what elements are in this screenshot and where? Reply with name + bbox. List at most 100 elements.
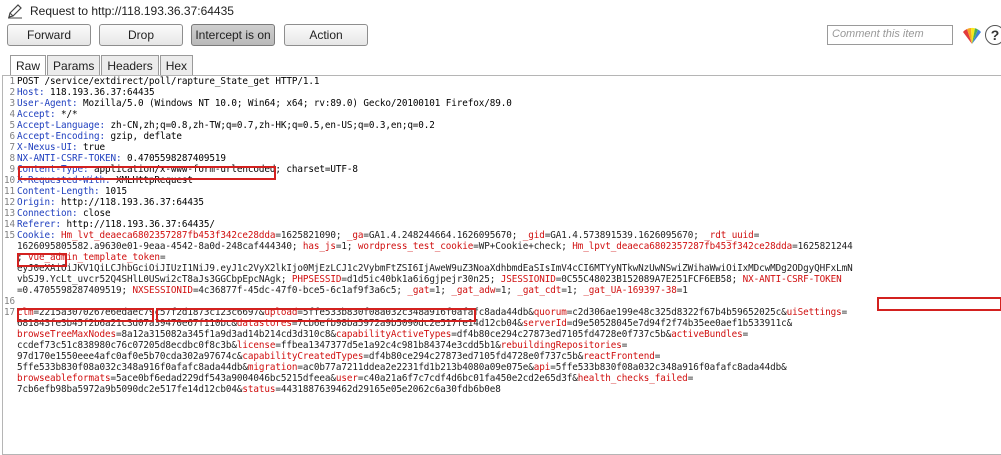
line-text: gzip, deflate xyxy=(104,131,182,142)
line-text: =GA1.4.248244664.1626095670; xyxy=(363,230,523,241)
request-line[interactable]: =0.4705598287409519; NXSESSIONID=4c36877… xyxy=(3,285,1001,296)
line-text: eyJ0eXAiOiJKV1QiLCJhbGciOiJIUzI1NiJ9.eyJ… xyxy=(17,263,853,274)
highlight-color-picker-icon[interactable] xyxy=(961,26,983,46)
param-name: uiSettings xyxy=(786,307,842,318)
intercept-toggle-button[interactable]: Intercept is on xyxy=(191,24,275,46)
line-text: 0.4705598287409519 xyxy=(121,153,226,164)
request-line[interactable]: 1626095805582.a9630e01-9eaa-4542-8a0d-24… xyxy=(3,241,1001,252)
header-name: Accept: xyxy=(17,109,56,120)
line-text: =1625821244 xyxy=(792,241,853,252)
line-number: 1 xyxy=(9,76,16,87)
line-text: =4431887639462d29165e05e2062c6a30fdb6b0e… xyxy=(275,384,501,395)
header-name: Connection: xyxy=(17,208,78,219)
forward-button[interactable]: Forward xyxy=(7,24,91,46)
request-line[interactable]: ; vue_admin_template_token= xyxy=(3,252,1001,263)
line-text: zh-CN,zh;q=0.8,zh-TW;q=0.7,zh-HK;q=0.5,e… xyxy=(104,120,435,131)
param-name: _gat_UA-169397-38 xyxy=(583,285,677,296)
param-name: NXSESSIONID xyxy=(132,285,193,296)
header-name: Referer: xyxy=(17,219,61,230)
request-line[interactable]: 11 Content-Length: 1015 xyxy=(3,186,1001,197)
line-text: = xyxy=(621,340,628,351)
line-number: 3 xyxy=(9,98,16,109)
line-text: =1; xyxy=(429,285,452,296)
line-number: 4 xyxy=(9,109,16,120)
request-line[interactable]: 2 Host: 118.193.36.37:64435 xyxy=(3,87,1001,98)
request-line[interactable]: 12 Origin: http://118.193.36.37:64435 xyxy=(3,197,1001,208)
request-line[interactable]: browseableformats=5ace0bf6edad229df543a9… xyxy=(3,373,1001,384)
line-text: =0.4705598287409519; xyxy=(17,285,133,296)
tab-raw[interactable]: Raw xyxy=(10,55,47,76)
request-line[interactable]: 8 NX-ANTI-CSRF-TOKEN: 0.4705598287409519 xyxy=(3,153,1001,164)
param-name: NX-ANTI-CSRF-TOKEN xyxy=(742,274,842,285)
line-text: ccdef73c51c838980c76c07205d8ecdbc0f8c3b& xyxy=(17,340,237,351)
tab-hex[interactable]: Hex xyxy=(159,55,194,75)
param-name: reactFrontend xyxy=(583,351,655,362)
csrf-cookie-highlight-box xyxy=(877,297,1001,311)
line-text: 7cb6efb98ba5972a9b5090dc2e517fe14d12cb04… xyxy=(17,384,243,395)
request-line[interactable]: 16 xyxy=(3,296,1001,307)
line-text: */* xyxy=(55,109,78,120)
line-text: =GA1.4.573891539.1626095670; xyxy=(544,230,705,241)
line-text: http://118.193.36.37:64435/ xyxy=(60,219,215,230)
request-line[interactable]: ccdef73c51c838980c76c07205d8ecdbc0f8c3b&… xyxy=(3,340,1001,351)
line-text: = xyxy=(753,230,760,241)
param-name: _gat_cdt xyxy=(517,285,562,296)
request-line[interactable]: 4 Accept: */* xyxy=(3,109,1001,120)
header-name: User-Agent: xyxy=(17,98,78,109)
header-name: Cookie: xyxy=(17,230,56,241)
param-name: _gid xyxy=(522,230,545,241)
line-number: 8 xyxy=(9,153,16,164)
cookie-label-highlight-box xyxy=(17,253,67,267)
raw-request-editor[interactable]: 1 POST /service/extdirect/poll/rapture_St… xyxy=(2,75,1001,455)
request-line[interactable]: browseTreeMaxNodes=8a12a315082a345f1a9d3… xyxy=(3,329,1001,340)
line-text: =ffbea1347377d5e1a92c4c981b84374e3cdd5b1… xyxy=(275,340,501,351)
request-line[interactable]: 7 X-Nexus-UI: true xyxy=(3,142,1001,153)
action-button[interactable]: Action xyxy=(284,24,368,46)
line-number: 7 xyxy=(9,142,16,153)
window-title: Request to http://118.193.36.37:64435 xyxy=(30,4,234,18)
pencil-icon xyxy=(8,4,22,19)
header-name: Origin: xyxy=(17,197,56,208)
param-name: migration xyxy=(247,362,298,373)
line-text: = xyxy=(742,329,749,340)
tab-headers[interactable]: Headers xyxy=(101,55,159,75)
param-name: api xyxy=(533,362,551,373)
param-name: Hm_lvt_deaeca6802357287fb453f342ce28dda xyxy=(60,230,276,241)
request-line[interactable]: 7cb6efb98ba5972a9b5090dc2e517fe14d12cb04… xyxy=(3,384,1001,395)
line-text: = xyxy=(841,307,848,318)
request-line[interactable]: 13 Connection: close xyxy=(3,208,1001,219)
request-line[interactable]: 97d170e1550eee4afc0af0e5b70cda302a97674c… xyxy=(3,351,1001,362)
line-text: =5ace0bf6edad229df543a9004046bc5215dfeea… xyxy=(110,373,336,384)
param-name: capabilityActiveTypes xyxy=(335,329,452,340)
request-line[interactable]: 15 Cookie: Hm_lvt_deaeca6802357287fb453f3… xyxy=(3,230,1001,241)
line-text: = xyxy=(654,351,661,362)
line-text: =WP+Cookie+check; xyxy=(473,241,573,252)
drop-button[interactable]: Drop xyxy=(99,24,183,46)
csrf-value-highlight-box xyxy=(17,308,154,322)
line-text: = xyxy=(159,252,166,263)
line-number: 9 xyxy=(9,164,16,175)
line-text: =1; xyxy=(495,285,518,296)
request-line[interactable]: 1 POST /service/extdirect/poll/rapture_St… xyxy=(3,76,1001,87)
comment-input[interactable]: Comment this item xyxy=(827,25,953,45)
line-text: 97d170e1550eee4afc0af0e5b70cda302a97674c… xyxy=(17,351,243,362)
request-line[interactable]: 5 Accept-Language: zh-CN,zh;q=0.8,zh-TW;q… xyxy=(3,120,1001,131)
line-text: =1625821090; xyxy=(275,230,347,241)
nxsessionid-highlight-box xyxy=(156,308,476,322)
param-name: activeBundles xyxy=(671,329,743,340)
param-name: JSESSIONID xyxy=(500,274,556,285)
request-line[interactable]: vbSJ9.YcLt_uvcr52Q4SHlL0USwi2cT8aJs3GGCb… xyxy=(3,274,1001,285)
line-number: 15 xyxy=(4,230,15,241)
tab-params[interactable]: Params xyxy=(47,55,101,75)
request-line[interactable]: 5ffe533b830f08a032c348a916f0afafc8ada44d… xyxy=(3,362,1001,373)
request-line[interactable]: 14 Referer: http://118.193.36.37:64435/ xyxy=(3,219,1001,230)
request-line[interactable]: eyJ0eXAiOiJKV1QiLCJhbGciOiJIUzI1NiJ9.eyJ… xyxy=(3,263,1001,274)
param-name: health_checks_failed xyxy=(577,373,688,384)
param-name: _rdt_uuid xyxy=(704,230,754,241)
request-line[interactable]: 3 User-Agent: Mozilla/5.0 (Windows NT 10.… xyxy=(3,98,1001,109)
line-text: =ac0b77a7211ddea2e2231fd1b213b4080a09e07… xyxy=(297,362,534,373)
intercept-toolbar: Forward Drop Intercept is on Action Comm… xyxy=(0,24,1001,48)
help-icon[interactable]: ? xyxy=(985,25,1001,45)
request-line[interactable]: 6 Accept-Encoding: gzip, deflate xyxy=(3,131,1001,142)
param-name: license xyxy=(236,340,276,351)
